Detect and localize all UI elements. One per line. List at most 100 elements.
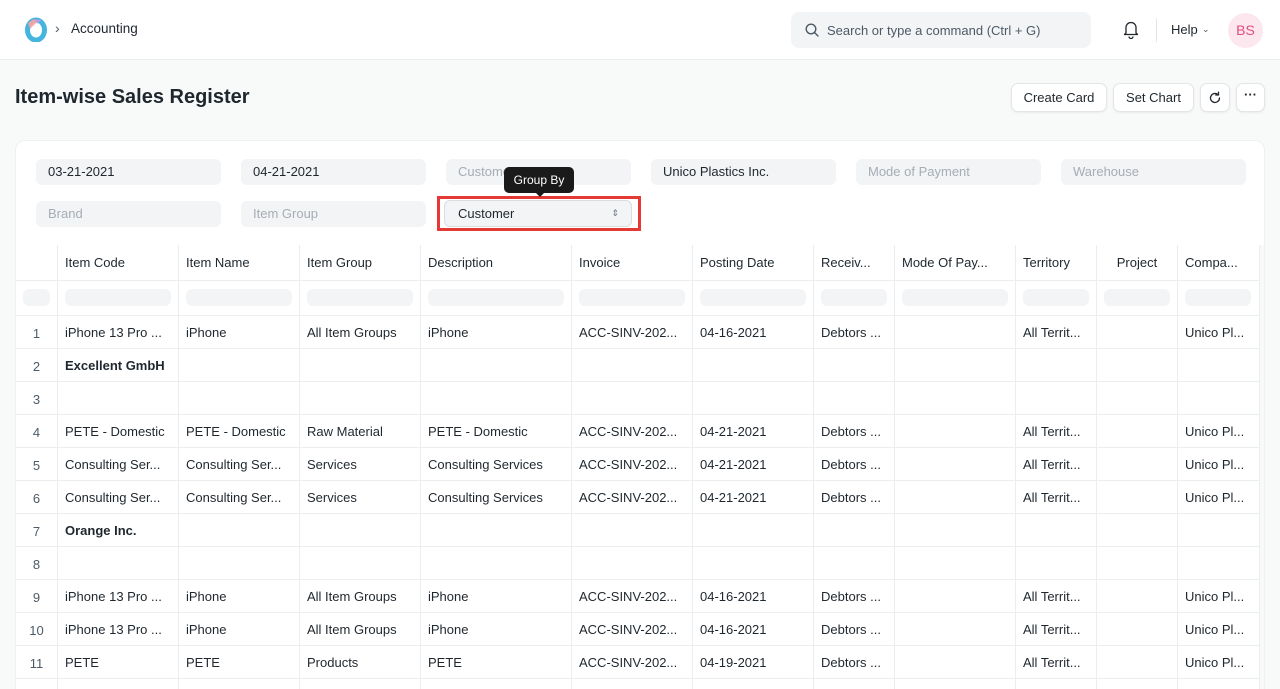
cell-item-name[interactable]: Consulting Ser... xyxy=(178,448,299,481)
column-filter-input-territory[interactable] xyxy=(1023,289,1089,306)
brand-field[interactable]: Brand xyxy=(36,201,221,227)
set-chart-button[interactable]: Set Chart xyxy=(1113,83,1194,112)
cell-item-name[interactable]: iPhone xyxy=(178,613,299,646)
cell-invoice[interactable] xyxy=(571,349,692,382)
cell-company[interactable]: Unico Pl... xyxy=(1177,481,1258,514)
cell-company[interactable]: Unico Pl... xyxy=(1177,613,1258,646)
cell-item-name[interactable]: PETE - Domestic xyxy=(178,415,299,448)
group-row[interactable]: 7 Orange Inc. xyxy=(16,513,1259,547)
cell-posting-date[interactable] xyxy=(692,547,813,580)
cell-project[interactable] xyxy=(1096,349,1177,382)
warehouse-field[interactable]: Warehouse xyxy=(1061,159,1246,185)
column-filter-input-item-group[interactable] xyxy=(307,289,413,306)
cell-posting-date[interactable]: 04-16-2021 xyxy=(692,613,813,646)
column-filter-input-mode-of-payment[interactable] xyxy=(902,289,1008,306)
cell-territory[interactable] xyxy=(1015,679,1096,689)
help-menu[interactable]: Help xyxy=(1171,22,1198,37)
column-header-invoice[interactable]: Invoice xyxy=(571,245,692,280)
cell-mode-of-payment[interactable] xyxy=(894,382,1015,415)
cell-description[interactable]: Consulting Services xyxy=(420,448,571,481)
cell-item-name[interactable] xyxy=(178,382,299,415)
cell-invoice[interactable] xyxy=(571,547,692,580)
app-logo-icon[interactable] xyxy=(25,17,47,42)
cell-company[interactable] xyxy=(1177,349,1258,382)
cell-posting-date[interactable] xyxy=(692,349,813,382)
group-by-select[interactable]: Customer ⇕ xyxy=(444,200,632,227)
cell-project[interactable] xyxy=(1096,580,1177,613)
cell-company[interactable]: Unico Pl... xyxy=(1177,646,1258,679)
table-scrollbar[interactable] xyxy=(1259,245,1264,689)
cell-mode-of-payment[interactable] xyxy=(894,349,1015,382)
cell-mode-of-payment[interactable] xyxy=(894,316,1015,349)
cell-description[interactable]: iPhone xyxy=(420,580,571,613)
cell-mode-of-payment[interactable] xyxy=(894,613,1015,646)
cell-item-code[interactable] xyxy=(57,547,178,580)
cell-company[interactable] xyxy=(1177,679,1258,689)
column-header-description[interactable]: Description xyxy=(420,245,571,280)
cell-item-name[interactable]: iPhone xyxy=(178,580,299,613)
cell-item-code[interactable]: Orange Inc. xyxy=(57,514,178,547)
cell-description[interactable] xyxy=(420,514,571,547)
cell-company[interactable]: Unico Pl... xyxy=(1177,415,1258,448)
column-filter-input-company[interactable] xyxy=(1185,289,1251,306)
cell-company[interactable] xyxy=(1177,382,1258,415)
cell-item-group[interactable] xyxy=(299,679,420,689)
cell-posting-date[interactable]: 04-21-2021 xyxy=(692,448,813,481)
cell-description[interactable]: Consulting Services xyxy=(420,481,571,514)
cell-item-name[interactable]: Consulting Ser... xyxy=(178,481,299,514)
cell-territory[interactable]: All Territ... xyxy=(1015,448,1096,481)
help-chevron-down-icon[interactable]: ⌄ xyxy=(1202,24,1210,35)
table-row[interactable]: 8 xyxy=(16,546,1259,580)
column-filter-input-invoice[interactable] xyxy=(579,289,685,306)
cell-posting-date[interactable]: 04-19-2021 xyxy=(692,646,813,679)
cell-receivable[interactable] xyxy=(813,547,894,580)
cell-item-group[interactable]: Raw Material xyxy=(299,415,420,448)
create-card-button[interactable]: Create Card xyxy=(1011,83,1107,112)
cell-item-code[interactable]: Consulting Ser... xyxy=(57,481,178,514)
cell-invoice[interactable]: ACC-SINV-202... xyxy=(571,646,692,679)
cell-item-group[interactable]: All Item Groups xyxy=(299,613,420,646)
cell-invoice[interactable]: ACC-SINV-202... xyxy=(571,580,692,613)
table-row[interactable]: 11 PETE PETE Products PETE ACC-SINV-202... 04-… xyxy=(16,645,1259,679)
cell-project[interactable] xyxy=(1096,316,1177,349)
cell-company[interactable] xyxy=(1177,547,1258,580)
column-filter-input-item-name[interactable] xyxy=(186,289,292,306)
refresh-button[interactable] xyxy=(1200,83,1230,112)
cell-mode-of-payment[interactable] xyxy=(894,514,1015,547)
more-actions-button[interactable]: ··· xyxy=(1236,83,1265,112)
cell-item-code[interactable]: iPhone 13 Pro ... xyxy=(57,613,178,646)
user-avatar[interactable]: BS xyxy=(1228,13,1263,48)
cell-company[interactable]: Unico Pl... xyxy=(1177,448,1258,481)
cell-territory[interactable] xyxy=(1015,514,1096,547)
column-filter-input-row-number[interactable] xyxy=(23,289,50,306)
cell-item-group[interactable]: Products xyxy=(299,646,420,679)
column-header-item-code[interactable]: Item Code xyxy=(57,245,178,280)
cell-item-group[interactable]: Services xyxy=(299,481,420,514)
table-row[interactable]: 4 PETE - Domestic PETE - Domestic Raw Mater… xyxy=(16,414,1259,448)
cell-invoice[interactable]: ACC-SINV-202... xyxy=(571,415,692,448)
cell-receivable[interactable]: Debtors ... xyxy=(813,316,894,349)
column-filter-input-item-code[interactable] xyxy=(65,289,171,306)
cell-receivable[interactable]: Debtors ... xyxy=(813,646,894,679)
cell-invoice[interactable] xyxy=(571,679,692,689)
cell-item-name[interactable]: PETE xyxy=(178,646,299,679)
cell-company[interactable]: Unico Pl... xyxy=(1177,580,1258,613)
mode-of-payment-field[interactable]: Mode of Payment xyxy=(856,159,1041,185)
cell-receivable[interactable] xyxy=(813,349,894,382)
cell-project[interactable] xyxy=(1096,382,1177,415)
cell-invoice[interactable]: ACC-SINV-202... xyxy=(571,316,692,349)
column-filter-input-description[interactable] xyxy=(428,289,564,306)
cell-territory[interactable]: All Territ... xyxy=(1015,415,1096,448)
table-row[interactable]: 1 iPhone 13 Pro ... iPhone All Item Groups i… xyxy=(16,315,1259,349)
table-row[interactable] xyxy=(16,678,1259,689)
table-row[interactable]: 9 iPhone 13 Pro ... iPhone All Item Groups i… xyxy=(16,579,1259,613)
cell-receivable[interactable]: Debtors ... xyxy=(813,613,894,646)
group-row[interactable]: 2 Excellent GmbH xyxy=(16,348,1259,382)
cell-item-group[interactable]: Services xyxy=(299,448,420,481)
cell-territory[interactable]: All Territ... xyxy=(1015,613,1096,646)
breadcrumb-accounting[interactable]: Accounting xyxy=(71,21,138,36)
cell-posting-date[interactable] xyxy=(692,382,813,415)
cell-item-group[interactable]: All Item Groups xyxy=(299,316,420,349)
cell-posting-date[interactable]: 04-21-2021 xyxy=(692,481,813,514)
cell-item-code[interactable] xyxy=(57,382,178,415)
